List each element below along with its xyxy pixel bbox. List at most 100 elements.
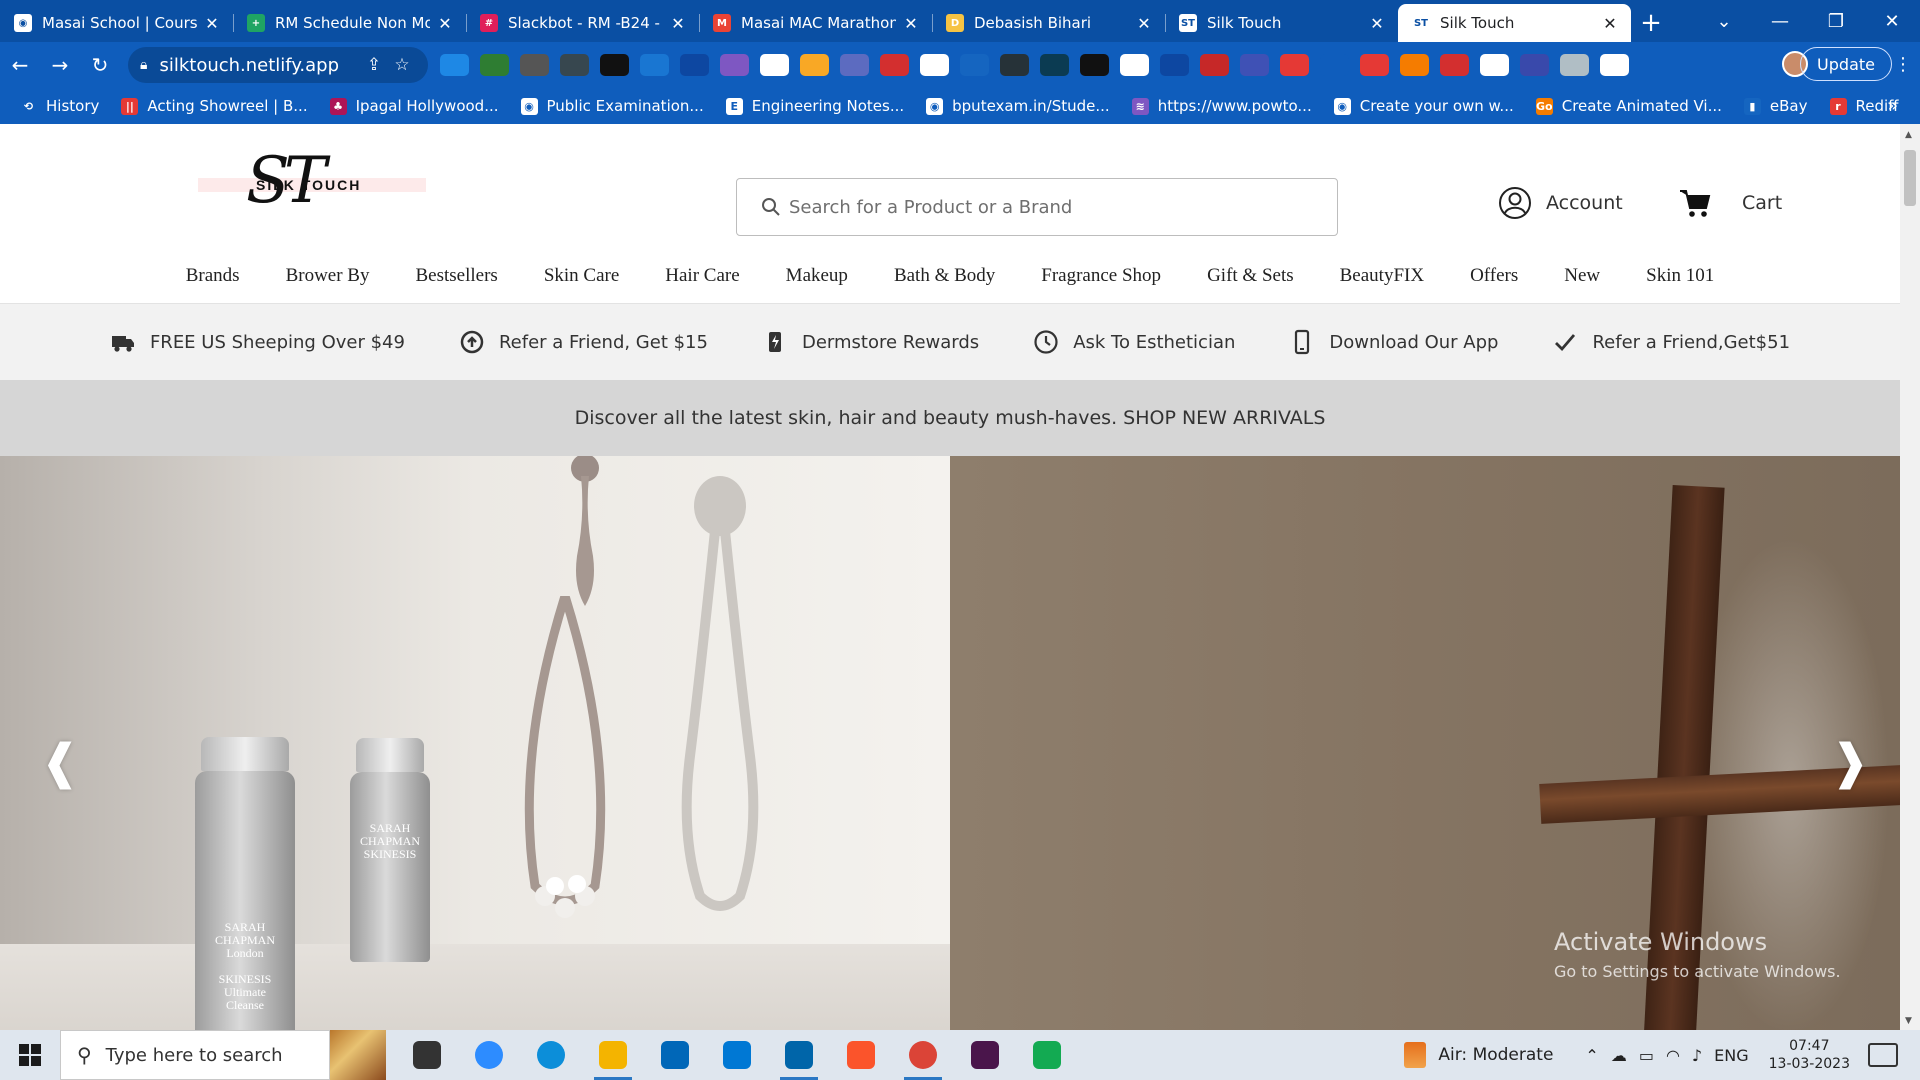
extension-icon[interactable]: [680, 54, 709, 76]
perk-item[interactable]: Dermstore Rewards: [762, 329, 979, 355]
tab-title[interactable]: Silk Touch: [1207, 14, 1362, 32]
browser-tab[interactable]: ◉ Masai School | Course ✕: [0, 4, 233, 42]
bookmark-item[interactable]: ⟲ History: [20, 97, 99, 115]
extension-icon[interactable]: [1360, 54, 1389, 76]
nav-item[interactable]: Brands: [186, 265, 240, 287]
browser-tab[interactable]: + RM Schedule Non Mo ✕: [233, 4, 466, 42]
extension-icon[interactable]: [1120, 54, 1149, 76]
nav-item[interactable]: Makeup: [786, 265, 848, 287]
taskbar-app-mongodb[interactable]: [1016, 1030, 1078, 1080]
nav-item[interactable]: New: [1564, 265, 1600, 287]
air-quality-label[interactable]: Air: Moderate: [1438, 1045, 1553, 1065]
site-logo[interactable]: ST SILK TOUCH: [198, 144, 426, 224]
perk-item[interactable]: Refer a Friend, Get $15: [459, 329, 708, 355]
taskbar-app-brave[interactable]: [830, 1030, 892, 1080]
bookmark-item[interactable]: ♣ Ipagal Hollywood...: [329, 97, 499, 115]
forward-button[interactable]: →: [40, 53, 80, 77]
perk-item[interactable]: FREE US Sheeping Over $49: [110, 329, 405, 355]
bookmark-label[interactable]: Public Examination...: [547, 97, 704, 115]
bookmark-label[interactable]: History: [46, 97, 99, 115]
extension-icon[interactable]: [1080, 54, 1109, 76]
bookmark-label[interactable]: bputexam.in/Stude...: [952, 97, 1110, 115]
taskbar-app-store[interactable]: [644, 1030, 706, 1080]
extension-icon[interactable]: [880, 54, 909, 76]
extension-icon[interactable]: [840, 54, 869, 76]
extension-icon[interactable]: [640, 54, 669, 76]
bookmark-label[interactable]: Create your own w...: [1360, 97, 1514, 115]
tab-close-icon[interactable]: ✕: [1368, 14, 1386, 33]
battery-icon[interactable]: ▭: [1639, 1046, 1654, 1065]
perk-item[interactable]: Download Our App: [1289, 329, 1498, 355]
extension-icon[interactable]: [920, 54, 949, 76]
tab-close-icon[interactable]: ✕: [203, 14, 221, 33]
nav-item[interactable]: Bath & Body: [894, 265, 995, 287]
extension-icon[interactable]: [480, 54, 509, 76]
show-hidden-icons-icon[interactable]: ⌃: [1585, 1046, 1598, 1065]
carousel-next-button[interactable]: ❱: [1830, 734, 1870, 790]
tab-title[interactable]: Slackbot - RM -B24 -: [508, 14, 663, 32]
extension-icon[interactable]: [1560, 54, 1589, 76]
perk-label[interactable]: Dermstore Rewards: [802, 332, 979, 353]
scroll-up-icon[interactable]: ▲: [1905, 130, 1912, 140]
bookmark-item[interactable]: Go Create Animated Vi...: [1535, 97, 1722, 115]
volume-icon[interactable]: ♪: [1692, 1046, 1702, 1065]
tab-close-icon[interactable]: ✕: [669, 14, 687, 33]
perk-label[interactable]: Refer a Friend, Get $15: [499, 332, 708, 353]
nav-item[interactable]: Gift & Sets: [1207, 265, 1294, 287]
nav-item[interactable]: Bestsellers: [415, 265, 497, 287]
bookmark-item[interactable]: ▮ eBay: [1743, 97, 1808, 115]
extension-icon[interactable]: [1480, 54, 1509, 76]
tab-close-icon[interactable]: ✕: [436, 14, 454, 33]
tab-title[interactable]: Debasish Bihari: [974, 14, 1129, 32]
onedrive-icon[interactable]: ☁: [1611, 1046, 1627, 1065]
account-label[interactable]: Account: [1546, 192, 1623, 214]
perk-label[interactable]: Refer a Friend,Get$51: [1592, 332, 1790, 353]
taskbar-app-chrome[interactable]: [892, 1030, 954, 1080]
bookmark-star-icon[interactable]: ☆: [388, 55, 416, 75]
extension-icon[interactable]: [1240, 54, 1269, 76]
cart-link[interactable]: Cart: [1678, 186, 1782, 220]
nav-item[interactable]: BeautyFIX: [1340, 265, 1424, 287]
browser-menu-icon[interactable]: ⋮: [1894, 54, 1912, 75]
browser-tab[interactable]: M Masai MAC Marathon ✕: [699, 4, 932, 42]
cart-label[interactable]: Cart: [1742, 192, 1782, 214]
perk-item[interactable]: Refer a Friend,Get$51: [1552, 329, 1790, 355]
tab-title[interactable]: Masai School | Course: [42, 14, 197, 32]
account-link[interactable]: Account: [1498, 186, 1623, 220]
tab-close-icon[interactable]: ✕: [902, 14, 920, 33]
reload-button[interactable]: ↻: [80, 53, 120, 77]
promo-text[interactable]: Discover all the latest skin, hair and b…: [575, 407, 1326, 429]
back-button[interactable]: ←: [0, 53, 40, 77]
extension-icon[interactable]: [960, 54, 989, 76]
address-bar[interactable]: 🔒︎ silktouch.netlify.app ⇪ ☆: [128, 47, 428, 83]
extension-icon[interactable]: [1040, 54, 1069, 76]
tab-title[interactable]: Silk Touch: [1440, 14, 1595, 32]
promo-banner[interactable]: Discover all the latest skin, hair and b…: [0, 380, 1900, 456]
nav-item[interactable]: Hair Care: [665, 265, 739, 287]
perk-label[interactable]: FREE US Sheeping Over $49: [150, 332, 405, 353]
extension-icon[interactable]: [520, 54, 549, 76]
extension-icon[interactable]: [1520, 54, 1549, 76]
bookmark-item[interactable]: ◉ Create your own w...: [1333, 97, 1514, 115]
extension-icon[interactable]: [1160, 54, 1189, 76]
close-window-button[interactable]: ✕: [1864, 11, 1920, 32]
taskbar-app-edge[interactable]: [520, 1030, 582, 1080]
nav-item[interactable]: Fragrance Shop: [1041, 265, 1161, 287]
extension-icon[interactable]: [1400, 54, 1429, 76]
taskbar-app-mail[interactable]: [706, 1030, 768, 1080]
address-url[interactable]: silktouch.netlify.app: [159, 55, 360, 76]
bookmark-label[interactable]: https://www.powto...: [1158, 97, 1312, 115]
bookmark-item[interactable]: || Acting Showreel | B...: [121, 97, 308, 115]
tab-search-icon[interactable]: ⌄: [1696, 11, 1752, 32]
taskbar-app-task-view[interactable]: [396, 1030, 458, 1080]
bookmark-item[interactable]: ◉ Public Examination...: [520, 97, 704, 115]
extension-icon[interactable]: [440, 54, 469, 76]
new-tab-button[interactable]: +: [1631, 4, 1671, 42]
taskbar-search-placeholder[interactable]: Type here to search: [106, 1045, 283, 1066]
browser-tab[interactable]: # Slackbot - RM -B24 - ✕: [466, 4, 699, 42]
language-indicator[interactable]: ENG: [1714, 1046, 1748, 1065]
scroll-down-icon[interactable]: ▼: [1905, 1016, 1912, 1026]
perk-label[interactable]: Ask To Esthetician: [1073, 332, 1235, 353]
nav-item[interactable]: Skin 101: [1646, 265, 1714, 287]
extension-icon[interactable]: [1000, 54, 1029, 76]
